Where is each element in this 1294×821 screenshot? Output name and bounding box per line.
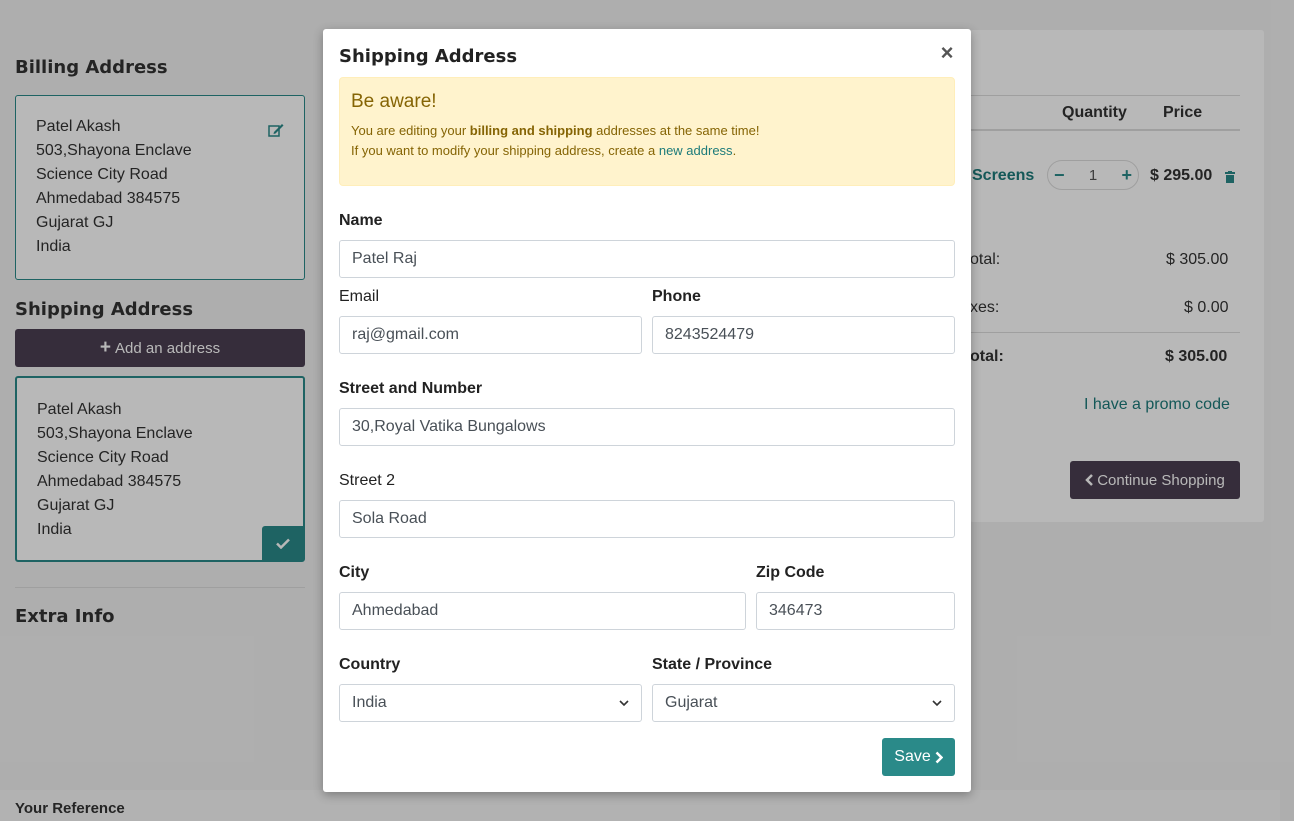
alert-line-2: If you want to modify your shipping addr… [351, 143, 736, 158]
country-select-value: India [352, 694, 387, 711]
city-input[interactable]: Ahmedabad [339, 592, 746, 630]
zip-input[interactable]: 346473 [756, 592, 955, 630]
state-select[interactable]: Gujarat [652, 684, 955, 722]
street-input[interactable]: 30,Royal Vatika Bungalows [339, 408, 955, 446]
state-label: State / Province [652, 656, 773, 673]
email-input[interactable]: raj@gmail.com [339, 316, 642, 354]
zip-label: Zip Code [756, 564, 825, 581]
new-address-link[interactable]: new address [659, 143, 733, 158]
street2-label: Street 2 [339, 472, 396, 489]
street-label: Street and Number [339, 380, 483, 397]
country-select[interactable]: India [339, 684, 642, 722]
save-button[interactable]: Save [882, 738, 955, 776]
alert-line-1: You are editing your billing and shippin… [351, 123, 759, 138]
alert-title: Be aware! [351, 91, 437, 112]
state-select-value: Gujarat [665, 694, 718, 711]
close-icon[interactable]: × [937, 40, 957, 65]
chevron-right-icon [935, 751, 943, 763]
name-input[interactable]: Patel Raj [339, 240, 955, 278]
alert-bold-text: billing and shipping [469, 123, 593, 138]
phone-label: Phone [652, 288, 701, 305]
name-label: Name [339, 212, 383, 229]
email-label: Email [339, 288, 380, 305]
alert-text: . [732, 143, 737, 158]
chevron-down-icon [619, 699, 629, 706]
modal-title: Shipping Address [339, 46, 518, 67]
alert-text: If you want to modify your shipping addr… [351, 143, 659, 158]
city-label: City [339, 564, 370, 581]
alert-text: addresses at the same time! [592, 123, 760, 138]
warning-alert: Be aware! You are editing your billing a… [339, 77, 955, 186]
country-label: Country [339, 656, 401, 673]
save-label: Save [894, 748, 931, 765]
shipping-address-modal: Shipping Address × Be aware! You are edi… [323, 29, 971, 792]
phone-input[interactable]: 8243524479 [652, 316, 955, 354]
alert-text: You are editing your [351, 123, 470, 138]
street2-input[interactable]: Sola Road [339, 500, 955, 538]
chevron-down-icon [932, 699, 942, 706]
